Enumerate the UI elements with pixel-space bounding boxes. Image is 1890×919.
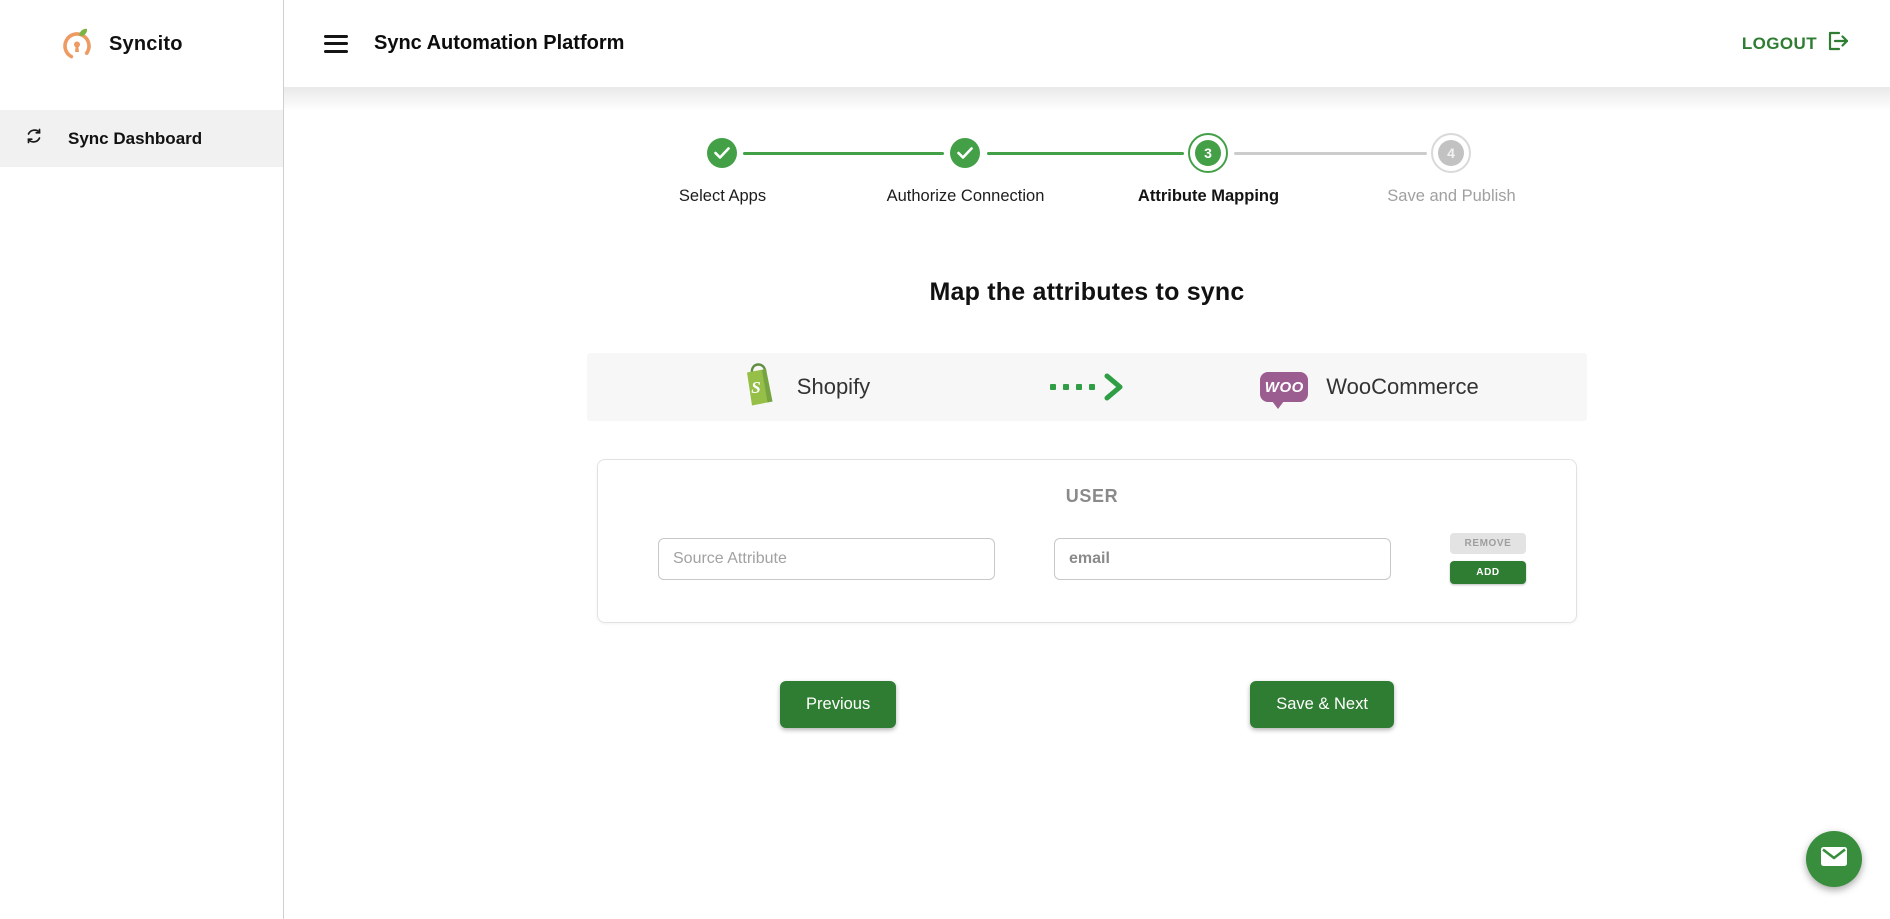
save-next-button[interactable]: Save & Next (1250, 681, 1394, 728)
step-4-label: Save and Publish (1330, 187, 1573, 206)
step-1-label: Select Apps (601, 187, 844, 206)
page-title: Sync Automation Platform (374, 32, 624, 55)
syncito-logo-icon (60, 26, 94, 62)
step-2-label: Authorize Connection (844, 187, 1087, 206)
add-mapping-button[interactable]: ADD (1450, 561, 1526, 584)
attribute-mapping-card: USER REMOVE ADD (597, 459, 1577, 623)
woocommerce-logo-icon: WOO (1260, 372, 1308, 402)
source-app-name: Shopify (797, 374, 870, 400)
stepper-labels: Select Apps Authorize Connection Attribu… (601, 187, 1573, 206)
envelope-icon (1820, 846, 1848, 872)
main-content: 3 4 Select Apps Authorize Connection Att… (284, 87, 1890, 919)
target-app: WOO WooCommerce (1152, 372, 1587, 402)
shopify-logo-icon: S (739, 362, 779, 413)
logout-icon (1826, 30, 1850, 57)
sidebar-item-label: Sync Dashboard (68, 129, 202, 149)
support-chat-button[interactable] (1806, 831, 1862, 887)
stepper-track: 3 4 (601, 131, 1573, 175)
hamburger-menu-icon[interactable] (324, 35, 348, 53)
source-app: S Shopify (587, 362, 1022, 413)
step-2-circle-completed (950, 138, 980, 168)
mapping-row: REMOVE ADD (658, 533, 1526, 584)
sync-icon (24, 126, 44, 151)
connector-3-4 (1234, 152, 1427, 155)
app-logo: Syncito (0, 0, 283, 62)
step-3-circle-active: 3 (1188, 133, 1228, 173)
step-1-circle-completed (707, 138, 737, 168)
apps-connection-row: S Shopify WOO WooCommerce (587, 353, 1587, 421)
check-icon (957, 147, 973, 159)
wizard-actions: Previous Save & Next (284, 681, 1890, 728)
mapping-section-title: USER (658, 486, 1526, 507)
logout-label: LOGOUT (1742, 34, 1817, 54)
sidebar: Syncito Sync Dashboard (0, 0, 284, 919)
row-buttons: REMOVE ADD (1450, 533, 1526, 584)
connector-1-2 (743, 152, 944, 155)
wizard-stepper: 3 4 Select Apps Authorize Connection Att… (601, 131, 1573, 206)
step-3-label: Attribute Mapping (1087, 187, 1330, 206)
step-4-number: 4 (1438, 140, 1464, 166)
target-attribute-input[interactable] (1054, 538, 1391, 580)
source-attribute-input[interactable] (658, 538, 995, 580)
logout-button[interactable]: LOGOUT (1742, 30, 1850, 57)
section-heading: Map the attributes to sync (284, 278, 1890, 307)
step-4-circle-upcoming: 4 (1431, 133, 1471, 173)
app-name: Syncito (109, 33, 183, 56)
previous-button[interactable]: Previous (780, 681, 896, 728)
top-header: Sync Automation Platform LOGOUT (284, 0, 1890, 87)
target-app-name: WooCommerce (1326, 374, 1478, 400)
sidebar-item-sync-dashboard[interactable]: Sync Dashboard (0, 110, 283, 167)
sync-direction-arrow-icon (1022, 373, 1152, 401)
step-3-number: 3 (1195, 140, 1221, 166)
svg-text:S: S (751, 378, 760, 397)
check-icon (714, 147, 730, 159)
connector-2-3 (987, 152, 1184, 155)
remove-mapping-button[interactable]: REMOVE (1450, 533, 1526, 554)
